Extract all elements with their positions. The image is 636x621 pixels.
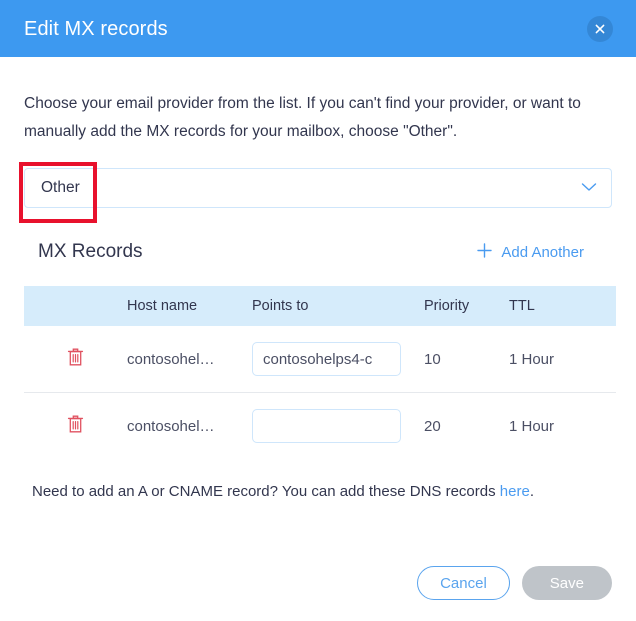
add-another-label: Add Another bbox=[501, 243, 584, 261]
priority-cell: 10 bbox=[424, 350, 441, 368]
cancel-button[interactable]: Cancel bbox=[417, 566, 510, 600]
trash-icon bbox=[67, 348, 84, 371]
dialog-footer: Cancel Save bbox=[417, 566, 612, 600]
add-another-button[interactable]: Add Another bbox=[477, 242, 604, 262]
ttl-cell: 1 Hour bbox=[509, 350, 555, 368]
column-header-priority: Priority bbox=[424, 298, 470, 314]
table-header-row: Host name Points to Priority TTL bbox=[24, 286, 616, 326]
column-header-ttl: TTL bbox=[509, 298, 535, 314]
points-to-cell bbox=[252, 409, 424, 443]
delete-record-button[interactable] bbox=[24, 348, 127, 371]
dialog-body: Choose your email provider from the list… bbox=[0, 57, 636, 621]
points-to-input[interactable] bbox=[252, 342, 401, 376]
dns-note: Need to add an A or CNAME record? You ca… bbox=[32, 459, 604, 500]
chevron-down-icon bbox=[581, 179, 597, 197]
provider-select[interactable]: Other bbox=[24, 168, 612, 208]
trash-icon bbox=[67, 415, 84, 438]
dialog-title: Edit MX records bbox=[24, 17, 168, 40]
close-icon bbox=[594, 23, 606, 35]
provider-select-value: Other bbox=[41, 179, 80, 196]
priority-cell: 20 bbox=[424, 417, 441, 435]
mx-records-section: MX Records Add Another Host name Points … bbox=[19, 162, 616, 500]
dns-records-link[interactable]: here bbox=[500, 483, 530, 500]
table-row: contosohel… 10 1 Hour bbox=[24, 326, 616, 393]
host-name-cell: contosohel… bbox=[127, 417, 215, 435]
ttl-cell: 1 Hour bbox=[509, 417, 555, 435]
records-header-row: MX Records Add Another bbox=[32, 236, 604, 268]
column-header-host: Host name bbox=[127, 298, 198, 314]
delete-record-button[interactable] bbox=[24, 415, 127, 438]
column-header-points: Points to bbox=[252, 298, 309, 314]
save-button[interactable]: Save bbox=[521, 566, 612, 600]
table-row: contosohel… 20 1 Hour bbox=[24, 393, 616, 459]
edit-mx-records-dialog: Edit MX records Choose your email provid… bbox=[0, 0, 636, 621]
points-to-input[interactable] bbox=[252, 409, 401, 443]
intro-text: Choose your email provider from the list… bbox=[24, 95, 581, 140]
dns-note-text-before: Need to add an A or CNAME record? You ca… bbox=[32, 483, 500, 500]
points-to-cell bbox=[252, 342, 424, 376]
records-title: MX Records bbox=[38, 241, 143, 262]
close-button[interactable] bbox=[587, 15, 613, 42]
dns-note-text-after: . bbox=[529, 483, 534, 500]
plus-icon bbox=[477, 242, 493, 262]
mx-records-table: Host name Points to Priority TTL contoso… bbox=[19, 162, 616, 459]
dialog-header: Edit MX records bbox=[0, 0, 636, 57]
host-name-cell: contosohel… bbox=[127, 350, 215, 368]
